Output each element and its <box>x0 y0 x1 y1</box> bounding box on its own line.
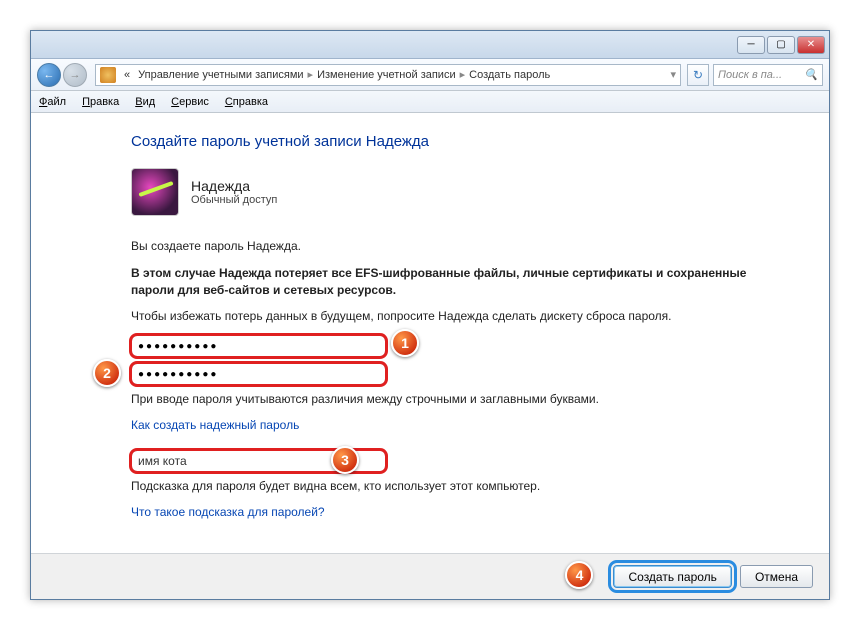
menu-bar: Файл Правка Вид Сервис Справка <box>31 91 829 113</box>
create-password-button[interactable]: Создать пароль <box>613 565 731 588</box>
maximize-button[interactable]: ▢ <box>767 36 795 54</box>
address-bar[interactable]: « Управление учетными записями ▸ Изменен… <box>95 64 681 86</box>
titlebar: ─ ▢ ✕ <box>31 31 829 59</box>
menu-file[interactable]: Файл <box>39 96 66 108</box>
menu-view[interactable]: Вид <box>135 96 155 108</box>
page-title: Создайте пароль учетной записи Надежда <box>131 133 749 150</box>
annotation-marker-2: 2 <box>93 359 121 387</box>
cancel-button[interactable]: Отмена <box>740 565 813 588</box>
forward-button[interactable]: → <box>63 63 87 87</box>
link-strong-password[interactable]: Как создать надежный пароль <box>131 418 299 432</box>
breadcrumb[interactable]: Создать пароль <box>465 69 554 81</box>
menu-help[interactable]: Справка <box>225 96 268 108</box>
case-note: При вводе пароля учитываются различия ме… <box>131 391 749 408</box>
search-placeholder: Поиск в па... <box>718 69 782 81</box>
intro-text: Вы создаете пароль Надежда. <box>131 238 749 255</box>
user-role: Обычный доступ <box>191 194 277 206</box>
password-confirm-input[interactable] <box>131 363 386 385</box>
search-icon: 🔍 <box>804 68 818 81</box>
close-button[interactable]: ✕ <box>797 36 825 54</box>
password-input[interactable] <box>131 335 386 357</box>
advice-text: Чтобы избежать потерь данных в будущем, … <box>131 308 749 325</box>
annotation-marker-1: 1 <box>391 329 419 357</box>
hint-note: Подсказка для пароля будет видна всем, к… <box>131 478 749 495</box>
minimize-button[interactable]: ─ <box>737 36 765 54</box>
avatar <box>131 168 179 216</box>
link-hint-info[interactable]: Что такое подсказка для паролей? <box>131 505 325 519</box>
location-icon <box>100 67 116 83</box>
back-button[interactable]: ← <box>37 63 61 87</box>
chevron-down-icon[interactable]: ▾ <box>670 68 676 81</box>
refresh-button[interactable]: ↻ <box>687 64 709 86</box>
breadcrumb[interactable]: Изменение учетной записи <box>313 69 460 81</box>
menu-edit[interactable]: Правка <box>82 96 119 108</box>
menu-tools[interactable]: Сервис <box>171 96 209 108</box>
nav-bar: ← → « Управление учетными записями ▸ Изм… <box>31 59 829 91</box>
content-area: Создайте пароль учетной записи Надежда Н… <box>31 113 829 529</box>
user-name: Надежда <box>191 178 277 194</box>
search-input[interactable]: Поиск в па... 🔍 <box>713 64 823 86</box>
window: ─ ▢ ✕ ← → « Управление учетными записями… <box>30 30 830 600</box>
annotation-marker-4: 4 <box>565 561 593 589</box>
breadcrumb-prefix: « <box>120 69 134 81</box>
footer: 4 Создать пароль Отмена <box>31 553 829 599</box>
password-hint-input[interactable] <box>131 450 386 472</box>
warning-text: В этом случае Надежда потеряет все EFS-ш… <box>131 265 749 299</box>
breadcrumb[interactable]: Управление учетными записями <box>134 69 307 81</box>
user-info: Надежда Обычный доступ <box>131 168 749 216</box>
